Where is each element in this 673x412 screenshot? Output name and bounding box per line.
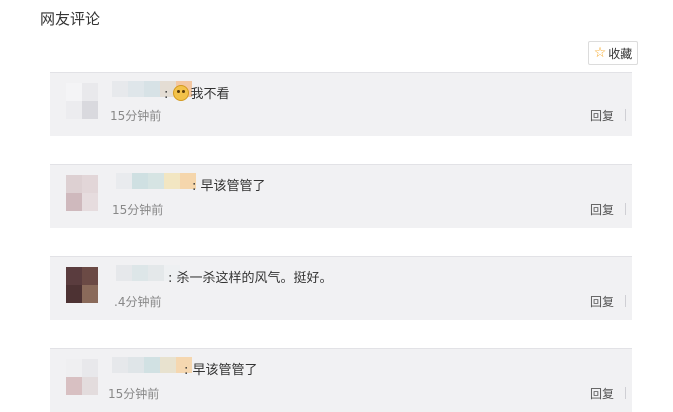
comment-text: : 早该管管了	[184, 363, 258, 378]
divider	[625, 387, 626, 399]
comment-time: 15分钟前	[112, 203, 164, 217]
comment-text: : 早该管管了	[192, 179, 266, 194]
avatar[interactable]	[66, 175, 98, 211]
comment-card: : 杀一杀这样的风气。挺好。 .4分钟前 回复	[50, 256, 632, 320]
page-title: 网友评论	[40, 10, 101, 28]
divider	[625, 203, 626, 215]
comment-card: : 早该管管了 15分钟前 回复	[50, 164, 632, 228]
comment-time: .4分钟前	[114, 295, 162, 309]
favorite-button[interactable]: ☆ 收藏	[588, 41, 638, 65]
comment-card: : 早该管管了 15分钟前 回复	[50, 348, 632, 412]
emoji-icon	[172, 85, 189, 101]
comment-text: : 我不看	[164, 85, 230, 102]
username[interactable]	[112, 357, 192, 373]
avatar[interactable]	[66, 359, 98, 395]
avatar[interactable]	[66, 267, 98, 303]
avatar[interactable]	[66, 83, 98, 119]
star-icon: ☆	[593, 45, 607, 61]
divider	[625, 295, 626, 307]
reply-button[interactable]: 回复	[590, 107, 614, 124]
comment-time: 15分钟前	[108, 387, 160, 401]
comment-text: : 杀一杀这样的风气。挺好。	[168, 271, 333, 286]
comment-card: : 我不看 15分钟前 回复	[50, 72, 632, 136]
reply-button[interactable]: 回复	[590, 293, 614, 310]
reply-button[interactable]: 回复	[590, 201, 614, 218]
comment-time: 15分钟前	[110, 109, 162, 123]
divider	[625, 109, 626, 121]
reply-button[interactable]: 回复	[590, 385, 614, 402]
favorite-label: 收藏	[608, 46, 633, 61]
username[interactable]	[116, 173, 196, 189]
